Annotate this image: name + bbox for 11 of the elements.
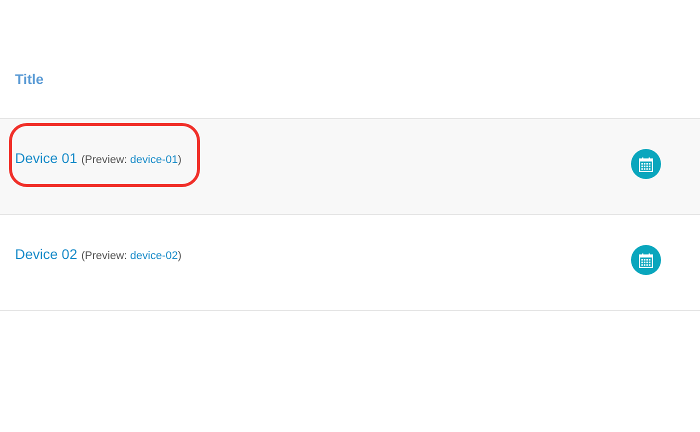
calendar-button[interactable] <box>631 245 661 275</box>
calendar-icon <box>639 252 653 268</box>
calendar-button[interactable] <box>631 149 661 179</box>
preview-note: (Preview: device-02) <box>81 250 182 262</box>
device-link[interactable]: Device 01 <box>15 150 78 166</box>
preview-note: (Preview: device-01) <box>81 154 182 166</box>
calendar-icon <box>639 156 653 172</box>
column-header: Title <box>15 71 44 87</box>
preview-link[interactable]: device-01 <box>130 154 178 166</box>
device-link[interactable]: Device 02 <box>15 246 78 262</box>
preview-link[interactable]: device-02 <box>130 250 178 262</box>
